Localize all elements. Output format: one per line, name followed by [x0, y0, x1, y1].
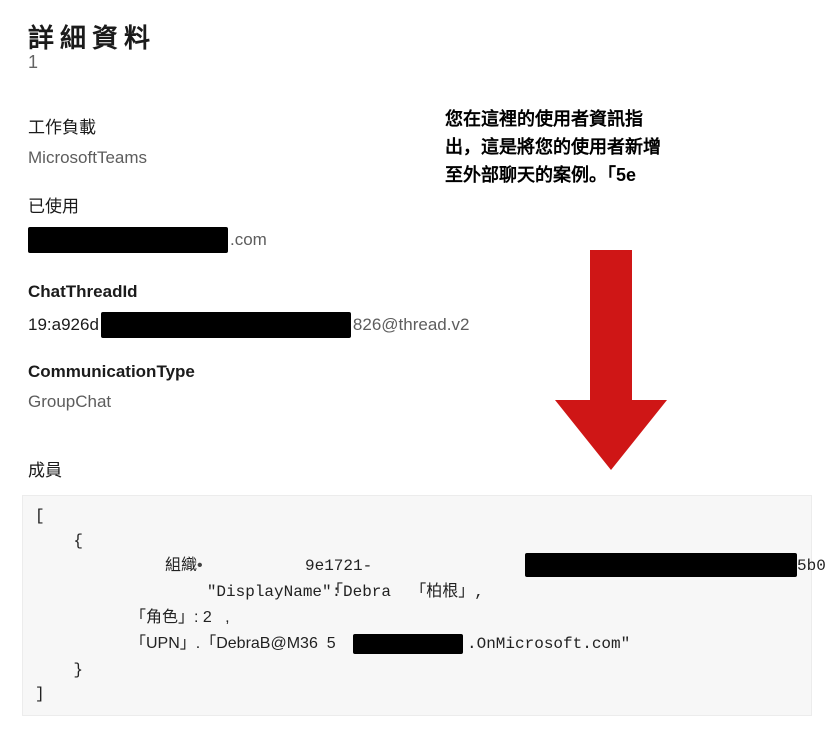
- chatthreadid-suffix: 826@thread.v2: [353, 315, 470, 335]
- org-label: 組織: [165, 557, 197, 574]
- field-label-members: 成員: [28, 456, 62, 481]
- field-label-workload: 工作負載: [28, 113, 805, 138]
- field-workload: 工作負載 MicrosoftTeams: [28, 113, 805, 168]
- field-value-commtype: GroupChat: [28, 392, 805, 412]
- code-line: {: [35, 529, 799, 554]
- field-value-workload: MicrosoftTeams: [28, 148, 805, 168]
- used-suffix: .com: [230, 230, 267, 250]
- details-panel: 詳細資料 1 您在這裡的使用者資訊指出，這是將您的使用者新增至外部聊天的案例。「…: [0, 0, 833, 702]
- org-mid: 9e1721-: [305, 554, 372, 579]
- upn-prefix: 「UPN」.「DebraB@M36 5: [130, 632, 336, 657]
- field-chatthreadid: ChatThreadId 19:a926d 826@thread.v2: [28, 282, 805, 338]
- code-line: }: [35, 658, 799, 683]
- role-text: 「角色」: 2 ,: [130, 606, 230, 631]
- redaction-bar: [28, 227, 228, 253]
- field-used: 已使用 .com: [28, 192, 805, 258]
- field-label-used: 已使用: [28, 192, 805, 217]
- chatthreadid-prefix: 19:a926d: [28, 315, 99, 335]
- display-name-key: "DisplayName":: [130, 580, 351, 605]
- open-quote: 「: [327, 580, 343, 605]
- field-commtype: CommunicationType GroupChat: [28, 362, 805, 412]
- redaction-bar: [525, 553, 797, 577]
- callout-annotation: 您在這裡的使用者資訊指出，這是將您的使用者新增至外部聊天的案例。「5e: [445, 106, 675, 190]
- org-tail: 5b0: [797, 554, 826, 579]
- code-line: [: [35, 504, 799, 529]
- field-value-used: .com: [28, 227, 267, 253]
- upn-suffix: .OnMicrosoft.com": [467, 632, 630, 657]
- title-subnumber: 1: [28, 52, 38, 73]
- redaction-bar: [353, 634, 463, 654]
- arrow-down-icon: [555, 250, 667, 470]
- code-line: ]: [35, 682, 799, 707]
- code-line-org: 組織• 9e1721- 5b0: [35, 554, 799, 580]
- field-label-chatthreadid: ChatThreadId: [28, 282, 805, 302]
- code-line-role: 「角色」: 2 ,: [35, 606, 799, 632]
- code-line-displayname: "DisplayName": 「 Debra 「柏根」,: [35, 580, 799, 606]
- page-title: 詳細資料: [28, 18, 805, 55]
- redaction-bar: [101, 312, 351, 338]
- code-line-upn: 「UPN」.「DebraB@M36 5 .OnMicrosoft.com": [35, 632, 799, 658]
- members-code-block: [ { 組織• 9e1721- 5b0 "DisplayName": 「 Deb…: [22, 495, 812, 716]
- display-name-value: Debra 「柏根」,: [343, 580, 484, 605]
- field-label-commtype: CommunicationType: [28, 362, 805, 382]
- field-value-chatthreadid: 19:a926d 826@thread.v2: [28, 312, 469, 338]
